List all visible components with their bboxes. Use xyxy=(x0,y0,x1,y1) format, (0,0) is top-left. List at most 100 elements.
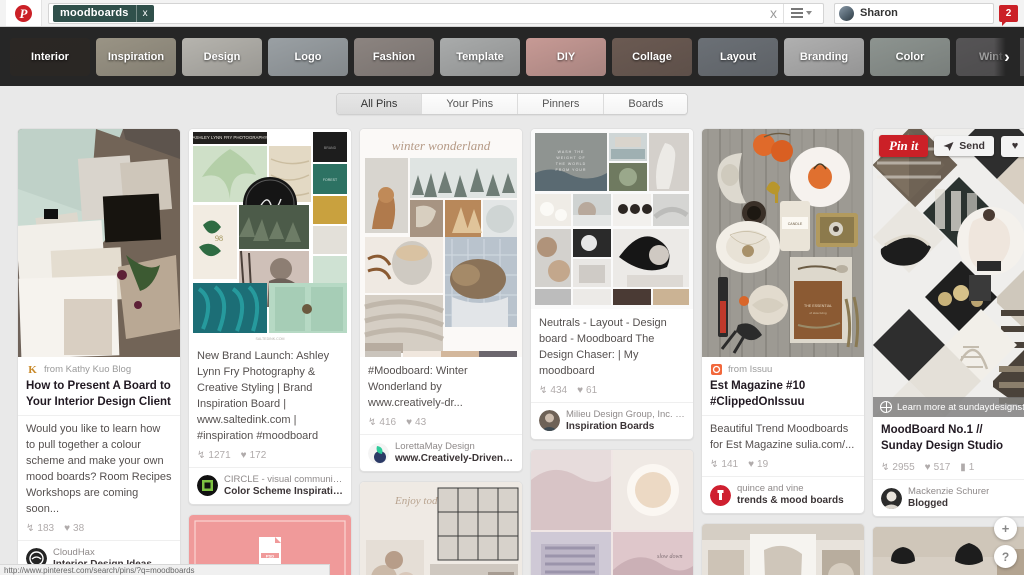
board-owner: LorettaMay Design xyxy=(395,440,475,452)
filter-tabs-row: All Pins Your Pins Pinners Boards xyxy=(0,86,1024,122)
board-name: Inspiration Boards xyxy=(566,420,655,432)
grid-column-5: CANDLE THE ESSENTIAL of slow living from… xyxy=(701,128,865,575)
repin-stat: ↯ 1271 xyxy=(197,449,231,461)
like-stat: ♥ 43 xyxy=(406,416,427,428)
category-label: Branding xyxy=(799,50,849,63)
pin-board-text: Milieu Design Group, Inc. | Marg... Insp… xyxy=(566,409,685,433)
category-strip: Interior Inspiration Design Logo Fashion Temp… xyxy=(0,27,1024,86)
heart-icon: ♥ xyxy=(64,522,71,534)
pin-source[interactable]: from Issuu xyxy=(710,363,856,376)
category-diy[interactable]: DIY xyxy=(526,37,606,76)
svg-text:THE ESSENTIAL: THE ESSENTIAL xyxy=(804,304,832,308)
category-collage[interactable]: Collage xyxy=(612,37,692,76)
pin-board[interactable]: CIRCLE - visual communication Color Sche… xyxy=(189,466,351,504)
pin-board[interactable]: quince and vine trends & mood boards xyxy=(702,475,864,513)
category-layout[interactable]: Layout xyxy=(698,37,778,76)
category-branding[interactable]: Branding xyxy=(784,37,864,76)
pin-it-button[interactable]: Pin it xyxy=(879,135,929,157)
svg-text:slow down: slow down xyxy=(657,554,683,560)
search-tag[interactable]: moodboards x xyxy=(53,4,154,22)
pin-stats: ↯ 416 ♥ 43 xyxy=(360,414,522,434)
pin-card-sunday-design-studio[interactable]: Pin it Send ♥ Learn more at sundaydesign… xyxy=(872,128,1024,518)
grid-column-3: winter wonderland #Moodboard: Winter Won… xyxy=(359,128,523,575)
like-stat: ♥ 61 xyxy=(577,384,598,396)
pin-stats: ↯ 141 ♥ 19 xyxy=(702,456,864,476)
avatar xyxy=(368,442,389,464)
like-button[interactable]: ♥ xyxy=(1001,135,1024,157)
pin-source[interactable]: K from Kathy Kuo Blog xyxy=(26,363,172,376)
search-tag-label: moodboards xyxy=(60,7,129,19)
category-fashion[interactable]: Fashion xyxy=(354,37,434,76)
pin-card-ashley-lynn-fry[interactable]: ASHLEY LYNN FRY PHOTOGRAPHY BRAND FOREST xyxy=(188,128,352,505)
add-pin-button[interactable]: + xyxy=(994,517,1017,540)
help-button[interactable]: ? xyxy=(994,545,1017,568)
pin-source-label: from Kathy Kuo Blog xyxy=(44,364,132,375)
search-tag-remove-icon[interactable]: x xyxy=(135,4,154,22)
browser-toolbar: P moodboards x x Sharon 2 xyxy=(0,0,1024,27)
pin-title[interactable]: Est Magazine #10 #ClippedOnIssuu xyxy=(710,379,856,410)
pin-board[interactable]: LorettaMay Design www.Creatively-Driven.… xyxy=(360,433,522,471)
pin-image[interactable]: Enjoy today xyxy=(360,482,522,575)
pin-image[interactable]: WASH THE WEIGHT OF THE WORLD FROM YOUR xyxy=(531,129,693,309)
notification-badge[interactable]: 2 xyxy=(999,4,1018,26)
tab-boards[interactable]: Boards xyxy=(604,94,688,114)
pin-image[interactable]: slow down xyxy=(531,450,693,575)
category-inspiration[interactable]: Inspiration xyxy=(96,37,176,76)
send-label: Send xyxy=(959,140,985,152)
pin-stats: ↯ 434 ♥ 61 xyxy=(531,382,693,402)
hamburger-menu-icon xyxy=(791,8,803,18)
pin-description: Would you like to learn how to pull toge… xyxy=(18,415,180,520)
category-design[interactable]: Design xyxy=(182,37,262,76)
clear-search-icon[interactable]: x xyxy=(770,6,777,20)
pin-card-winter-wonderland[interactable]: winter wonderland #Moodboard: Winter Won… xyxy=(359,128,523,473)
category-label: Interior xyxy=(31,50,69,63)
category-interior[interactable]: Interior xyxy=(10,37,90,76)
send-button[interactable]: Send xyxy=(934,136,994,156)
pin-card-neutrals-layout[interactable]: WASH THE WEIGHT OF THE WORLD FROM YOUR N… xyxy=(530,128,694,441)
pin-image[interactable]: CANDLE THE ESSENTIAL of slow living xyxy=(702,129,864,357)
like-stat: ♥ 38 xyxy=(64,522,85,534)
tab-your-pins[interactable]: Your Pins xyxy=(422,94,519,114)
pin-stats: ↯ 2955 ♥ 517 ▮ 1 xyxy=(873,459,1024,479)
pin-card-partial-bottom-4[interactable]: slow down xyxy=(530,449,694,575)
pin-image[interactable]: Pin it Send ♥ Learn more at sundaydesign… xyxy=(873,129,1024,417)
heart-icon: ♥ xyxy=(406,416,413,428)
tab-pinners[interactable]: Pinners xyxy=(518,94,605,114)
pin-meta: K from Kathy Kuo Blog How to Present A B… xyxy=(18,357,180,415)
category-logo[interactable]: Logo xyxy=(268,37,348,76)
category-template[interactable]: Template xyxy=(440,37,520,76)
user-menu[interactable]: Sharon xyxy=(834,2,994,24)
svg-text:WASH THE: WASH THE xyxy=(558,150,585,154)
board-owner: Milieu Design Group, Inc. | Marg... xyxy=(566,408,685,420)
category-label: Inspiration xyxy=(107,50,165,63)
issuu-icon xyxy=(710,363,723,376)
board-name: www.Creatively-Driven.com #Blog xyxy=(395,452,514,464)
pin-card-est-magazine[interactable]: CANDLE THE ESSENTIAL of slow living from… xyxy=(701,128,865,515)
pin-board[interactable]: Milieu Design Group, Inc. | Marg... Insp… xyxy=(531,401,693,439)
pin-board-text: CIRCLE - visual communication Color Sche… xyxy=(224,474,343,498)
pin-image[interactable]: winter wonderland xyxy=(360,129,522,357)
pin-card-interior-board[interactable]: K from Kathy Kuo Blog How to Present A B… xyxy=(17,128,181,575)
browser-menu-button[interactable] xyxy=(783,3,819,23)
pin-card-partial-bottom-5[interactable] xyxy=(701,523,865,575)
pin-image[interactable] xyxy=(18,129,180,357)
category-color[interactable]: Color xyxy=(870,37,950,76)
svg-text:WEIGHT OF: WEIGHT OF xyxy=(556,156,585,160)
pin-title[interactable]: How to Present A Board to Your Interior … xyxy=(26,379,172,410)
pin-board[interactable]: Mackenzie Schurer Blogged xyxy=(873,479,1024,516)
tab-all-pins[interactable]: All Pins xyxy=(336,94,423,114)
board-owner: quince and vine xyxy=(737,482,804,494)
pinterest-logo-button[interactable]: P xyxy=(6,0,42,26)
learn-more-overlay[interactable]: Learn more at sundaydesignstudio.c ... xyxy=(873,397,1024,417)
repin-stat: ↯ 183 xyxy=(26,522,55,534)
category-next-icon[interactable]: › xyxy=(994,27,1020,86)
pin-hover-actions: Pin it Send ♥ xyxy=(879,135,1024,157)
pin-card-partial-bottom-3[interactable]: Enjoy today xyxy=(359,481,523,575)
search-input[interactable]: moodboards x x xyxy=(48,2,824,24)
avatar xyxy=(197,475,218,497)
pin-image[interactable]: ASHLEY LYNN FRY PHOTOGRAPHY BRAND FOREST xyxy=(189,129,351,342)
pin-image[interactable] xyxy=(702,524,864,575)
avatar xyxy=(710,484,731,506)
browser-status-bar: http://www.pinterest.com/search/pins/?q=… xyxy=(0,564,330,575)
pin-title[interactable]: MoodBoard No.1 // Sunday Design Studio xyxy=(881,423,1024,454)
